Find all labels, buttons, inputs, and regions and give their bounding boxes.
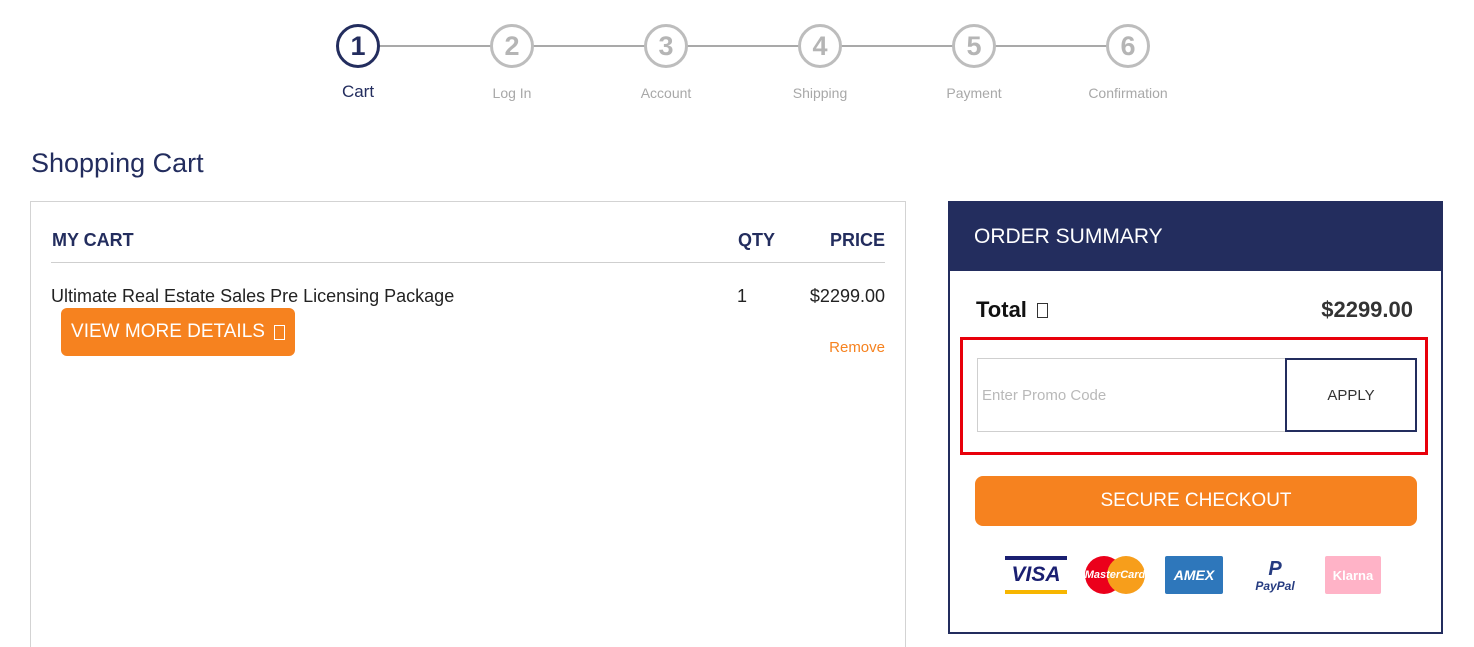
total-label: Total [976, 297, 1027, 322]
step-label: Confirmation [1088, 85, 1168, 101]
my-cart-heading: MY CART [52, 230, 134, 250]
step-number: 3 [644, 24, 688, 68]
cart-panel: MY CART QTY PRICE [30, 201, 906, 647]
remove-item-link[interactable]: Remove [829, 339, 885, 356]
klarna-icon: Klarna [1325, 556, 1381, 594]
step-payment: 5 Payment [914, 24, 1034, 101]
step-number: 2 [490, 24, 534, 68]
price-heading: PRICE [829, 230, 885, 250]
step-label: Payment [946, 85, 1002, 101]
info-icon[interactable] [1036, 302, 1048, 318]
step-shipping: 4 Shipping [760, 24, 880, 101]
payment-methods: VISA MasterCard AMEX P PayPal Klarna [1005, 556, 1381, 594]
page-title: Shopping Cart [31, 148, 204, 178]
view-more-details-button[interactable]: VIEW MORE DETAILS [61, 308, 295, 356]
cart-item-qty: 1 [737, 286, 748, 306]
cart-header-row: MY CART QTY PRICE [51, 230, 885, 263]
amex-icon: AMEX [1165, 556, 1223, 594]
mastercard-icon: MasterCard [1085, 556, 1145, 594]
checkout-stepper: 1 Cart 2 Log In 3 Account 4 Shipping 5 P… [0, 24, 1474, 114]
apply-promo-button[interactable]: APPLY [1285, 358, 1417, 432]
total-value: $2299.00 [1321, 297, 1413, 322]
step-cart: 1 Cart [298, 24, 418, 102]
step-number: 4 [798, 24, 842, 68]
step-label: Log In [492, 85, 532, 101]
qty-heading: QTY [738, 230, 776, 250]
step-confirmation: 6 Confirmation [1068, 24, 1188, 101]
missing-glyph-icon [273, 324, 285, 340]
promo-code-input[interactable] [977, 358, 1287, 432]
step-label: Account [640, 85, 692, 101]
total-label-group: Total [976, 297, 1048, 323]
step-label: Shipping [792, 85, 848, 101]
secure-checkout-button[interactable]: SECURE CHECKOUT [975, 476, 1417, 526]
step-number: 1 [336, 24, 380, 68]
step-log-in: 2 Log In [452, 24, 572, 101]
order-summary-panel: ORDER SUMMARY Total $2299.00 APPLY SECUR… [948, 201, 1443, 634]
cart-item-name: Ultimate Real Estate Sales Pre Licensing… [51, 286, 455, 306]
cart-item-price: $2299.00 [809, 286, 885, 306]
step-account: 3 Account [606, 24, 726, 101]
promo-code-highlight: APPLY [960, 337, 1428, 455]
visa-icon: VISA [1005, 556, 1067, 594]
paypal-icon: P PayPal [1255, 558, 1295, 593]
order-summary-title: ORDER SUMMARY [950, 203, 1441, 271]
step-number: 5 [952, 24, 996, 68]
details-button-label: VIEW MORE DETAILS [71, 321, 265, 342]
step-label: Cart [341, 82, 375, 101]
step-number: 6 [1106, 24, 1150, 68]
